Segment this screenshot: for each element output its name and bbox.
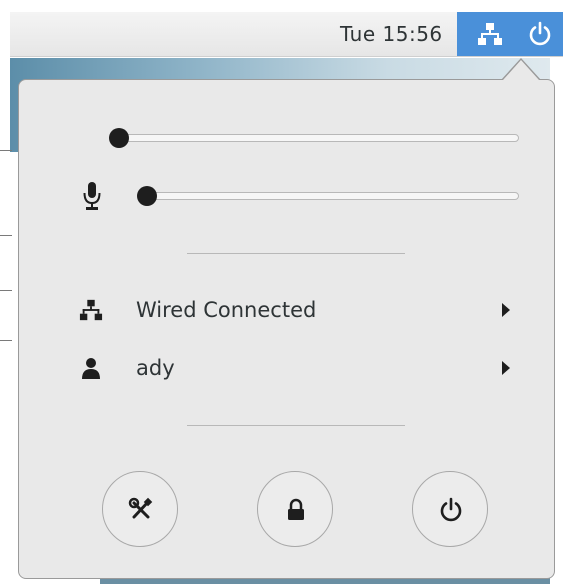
volume-slider[interactable] <box>109 128 519 148</box>
submenu-arrow-icon <box>502 361 510 375</box>
power-off-button[interactable] <box>412 471 488 547</box>
clock[interactable]: Tue 15:56 <box>340 12 443 56</box>
window-edge <box>0 340 12 341</box>
system-status-button[interactable] <box>457 12 563 56</box>
user-icon <box>82 358 100 379</box>
submenu-arrow-icon <box>502 303 510 317</box>
network-wired-icon <box>478 23 502 45</box>
microphone-slider[interactable] <box>137 186 519 206</box>
window-edge <box>0 235 12 236</box>
window-edge <box>0 150 12 151</box>
settings-icon <box>128 497 153 519</box>
menu-item-label: ady <box>136 356 175 380</box>
top-bar: Tue 15:56 <box>10 12 563 57</box>
screen: Tue 15:56 Wired Connected ady <box>0 0 563 584</box>
system-menu: Wired Connected ady <box>18 79 555 579</box>
power-icon <box>529 21 551 46</box>
volume-slider-knob[interactable] <box>109 128 129 148</box>
menu-separator <box>187 425 405 426</box>
menu-pointer <box>503 60 539 80</box>
menu-item-label: Wired Connected <box>136 298 317 322</box>
microphone-slider-knob[interactable] <box>137 186 157 206</box>
network-wired-icon <box>79 299 103 321</box>
window-edge <box>0 290 12 291</box>
settings-button[interactable] <box>102 471 178 547</box>
menu-separator <box>187 253 405 254</box>
menu-item-wired-network[interactable]: Wired Connected <box>19 287 554 333</box>
lock-button[interactable] <box>257 471 333 547</box>
microphone-icon <box>83 182 101 210</box>
power-icon <box>440 497 462 522</box>
menu-item-user[interactable]: ady <box>19 345 554 391</box>
volume-slider-track[interactable] <box>119 134 519 142</box>
microphone-slider-track[interactable] <box>147 192 519 200</box>
lock-icon <box>288 498 304 520</box>
